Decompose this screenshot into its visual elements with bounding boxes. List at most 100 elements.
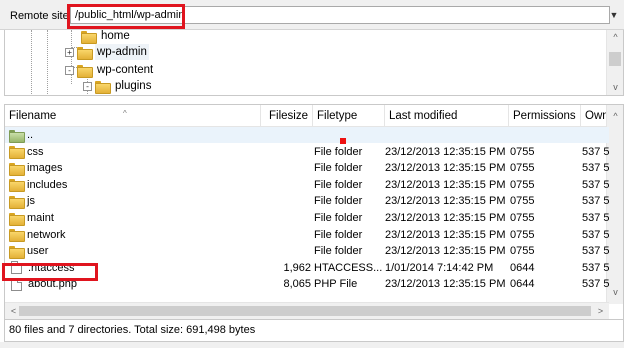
- file-type: PHP File: [314, 278, 358, 291]
- tree-vertical-scrollbar[interactable]: ^ v: [606, 30, 623, 95]
- file-modified: 23/12/2013 12:35:15 PM: [385, 162, 505, 175]
- file-name: about.php: [9, 276, 259, 292]
- file-type: File folder: [314, 162, 363, 175]
- file-permissions: 0755: [510, 195, 535, 208]
- file-size: [261, 177, 311, 193]
- tree-connector: [47, 30, 48, 95]
- column-last-modified[interactable]: Last modified: [385, 105, 509, 127]
- column-owner[interactable]: Owne: [581, 105, 609, 127]
- file-name: css: [9, 144, 259, 160]
- tree-item-home[interactable]: home: [81, 30, 132, 44]
- scroll-down-icon[interactable]: v: [607, 285, 623, 299]
- folder-icon: [77, 64, 93, 78]
- table-row[interactable]: css File folder 23/12/2013 12:35:15 PM 0755…: [5, 144, 609, 160]
- table-row[interactable]: js File folder 23/12/2013 12:35:15 PM 0755 5…: [5, 193, 609, 209]
- list-header: Filename ^ Filesize Filetype Last modifi…: [5, 105, 609, 127]
- file-type: File folder: [314, 228, 363, 241]
- tree-item-wp-admin[interactable]: + wp-admin: [65, 44, 149, 60]
- file-owner: 537 5: [582, 228, 609, 241]
- file-modified: 23/12/2013 12:35:15 PM: [385, 245, 505, 258]
- file-name: .htaccess: [9, 260, 259, 276]
- tree-item-wp-content[interactable]: - wp-content: [65, 62, 155, 78]
- folder-icon: [9, 146, 25, 160]
- sort-ascending-icon: ^: [123, 109, 127, 118]
- file-permissions: 0644: [510, 278, 535, 291]
- remote-path-input[interactable]: /public_html/wp-admin: [70, 6, 610, 24]
- column-permissions[interactable]: Permissions: [509, 105, 581, 127]
- file-name: ..: [9, 127, 259, 143]
- table-row[interactable]: includes File folder 23/12/2013 12:35:15 P…: [5, 177, 609, 193]
- scroll-up-icon[interactable]: ^: [607, 109, 623, 123]
- file-permissions: 0755: [510, 245, 535, 258]
- table-row[interactable]: ..: [5, 127, 609, 143]
- scroll-thumb[interactable]: [19, 306, 591, 316]
- file-owner: 537 5: [582, 261, 609, 274]
- file-permissions: 0755: [510, 212, 535, 224]
- remote-file-list: Filename ^ Filesize Filetype Last modifi…: [4, 104, 624, 320]
- file-owner: 537 5: [582, 245, 609, 258]
- file-modified: 23/12/2013 12:35:15 PM: [385, 278, 505, 291]
- scroll-right-icon[interactable]: >: [592, 304, 609, 318]
- file-type: File folder: [314, 245, 363, 258]
- file-modified: 23/12/2013 12:35:15 PM: [385, 145, 505, 158]
- file-modified: 23/12/2013 12:35:15 PM: [385, 195, 505, 208]
- file-permissions: 0644: [510, 261, 535, 274]
- folder-icon: [95, 80, 111, 94]
- file-permissions: 0755: [510, 162, 535, 175]
- file-size: 8,065: [283, 278, 311, 291]
- scroll-thumb[interactable]: [609, 52, 621, 66]
- file-icon: [11, 277, 22, 291]
- file-type: File folder: [314, 195, 363, 208]
- folder-icon: [9, 245, 25, 259]
- expand-icon[interactable]: +: [65, 47, 74, 57]
- file-owner: 537 5: [582, 162, 609, 175]
- folder-icon: [9, 212, 25, 226]
- table-row[interactable]: network File folder 23/12/2013 12:35:15 PM…: [5, 227, 609, 243]
- file-name: images: [9, 160, 259, 176]
- file-size: 1,962: [283, 261, 311, 274]
- window-bottom-edge: [0, 342, 624, 348]
- list-horizontal-scrollbar[interactable]: < >: [5, 302, 609, 319]
- column-filetype[interactable]: Filetype: [313, 105, 385, 127]
- scroll-up-icon[interactable]: ^: [607, 30, 623, 44]
- remote-directory-tree: home + wp-admin - wp-content - plugins ^ v: [4, 30, 624, 96]
- collapse-icon[interactable]: -: [83, 81, 92, 91]
- parent-folder-icon: [9, 129, 25, 143]
- file-modified: 1/01/2014 7:14:42 PM: [385, 261, 494, 274]
- file-owner: [582, 127, 609, 143]
- file-type: File folder: [314, 178, 363, 191]
- file-owner: 537 5: [582, 278, 609, 291]
- file-modified: 23/12/2013 12:35:15 PM: [385, 178, 505, 191]
- column-filesize[interactable]: Filesize: [261, 105, 313, 127]
- file-type: File folder: [314, 212, 363, 224]
- remote-site-bar: Remote site: /public_html/wp-admin ▼: [0, 0, 624, 30]
- file-modified: [385, 127, 505, 143]
- file-size: [261, 144, 311, 160]
- chevron-down-icon[interactable]: ▼: [608, 8, 620, 22]
- file-owner: 537 5: [582, 212, 609, 224]
- table-row[interactable]: maint File folder 23/12/2013 12:35:15 PM 07…: [5, 210, 609, 226]
- status-text: 80 files and 7 directories. Total size: …: [9, 324, 256, 336]
- table-row[interactable]: images File folder 23/12/2013 12:35:15 PM 0…: [5, 160, 609, 176]
- file-owner: 537 5: [582, 145, 609, 158]
- tree-connector: [31, 30, 32, 95]
- file-size: [261, 243, 311, 259]
- file-owner: 537 5: [582, 178, 609, 191]
- file-name: user: [9, 243, 259, 259]
- file-type: HTACCESS...: [314, 261, 382, 274]
- table-row[interactable]: user File folder 23/12/2013 12:35:15 PM 075…: [5, 243, 609, 259]
- scroll-down-icon[interactable]: v: [607, 80, 623, 94]
- file-permissions: 0755: [510, 178, 535, 191]
- red-marker: [340, 138, 346, 144]
- file-modified: 23/12/2013 12:35:15 PM: [385, 228, 505, 241]
- file-owner: 537 5: [582, 195, 609, 208]
- table-row[interactable]: about.php 8,065 PHP File 23/12/2013 12:35:1…: [5, 276, 609, 292]
- tree-item-plugins[interactable]: - plugins: [83, 78, 153, 94]
- table-row[interactable]: .htaccess 1,962 HTACCESS... 1/01/2014 7:14:…: [5, 260, 609, 276]
- file-modified: 23/12/2013 12:35:15 PM: [385, 212, 505, 224]
- remote-site-label: Remote site:: [10, 10, 72, 22]
- file-permissions: 0755: [510, 228, 535, 241]
- file-type: [314, 127, 382, 143]
- collapse-icon[interactable]: -: [65, 65, 74, 75]
- column-filename[interactable]: Filename ^: [5, 105, 261, 127]
